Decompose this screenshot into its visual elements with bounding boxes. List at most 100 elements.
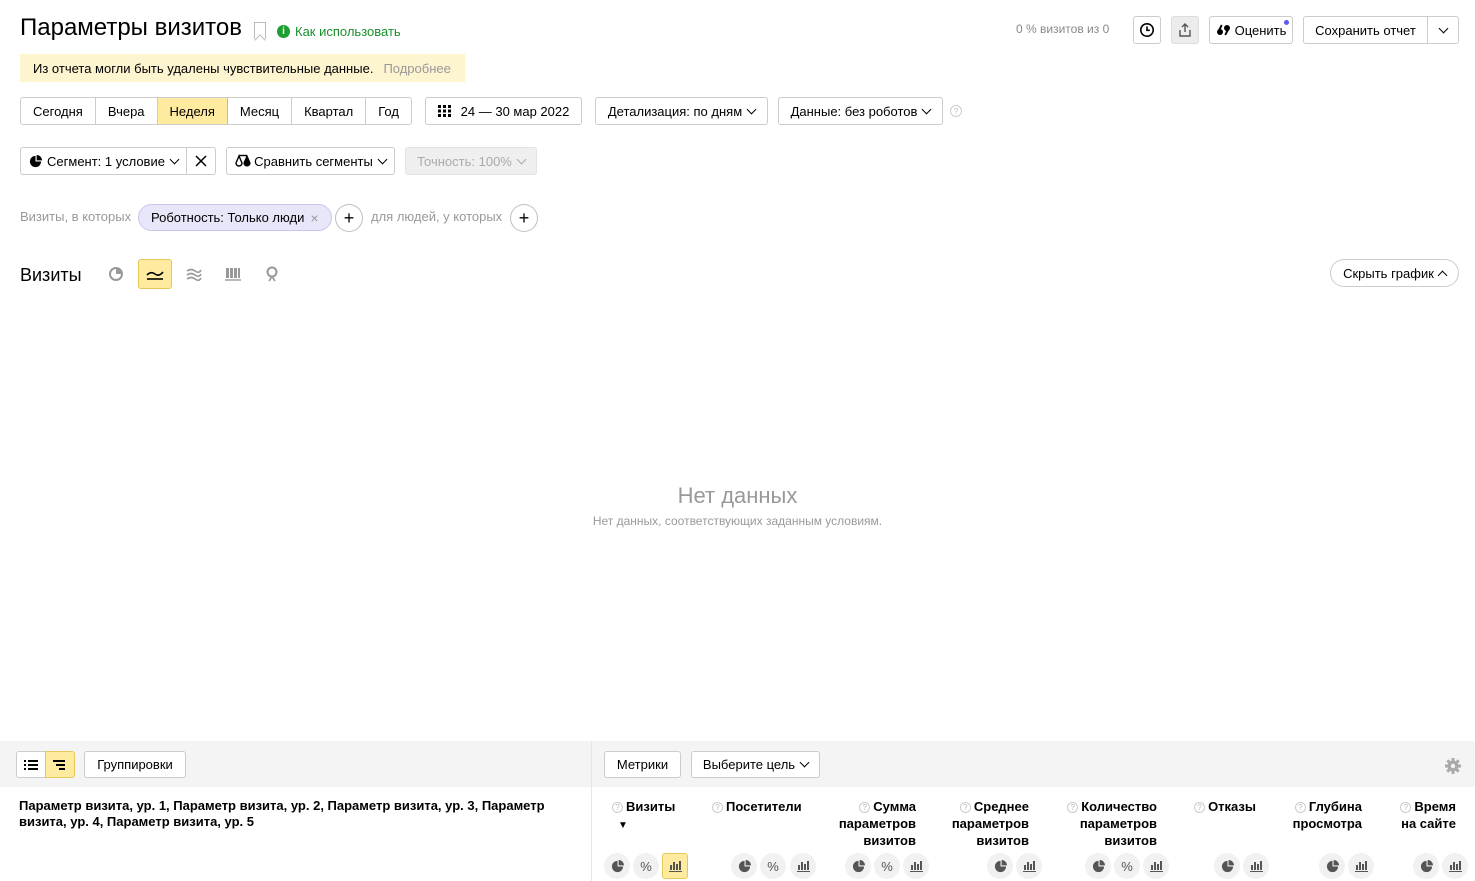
column-params-count[interactable]: ? Количество параметров визитов [1060, 798, 1157, 849]
column-view-toggle[interactable]: % [760, 853, 786, 879]
column-view-toggle[interactable] [1348, 853, 1374, 879]
column-view-toggle[interactable] [845, 853, 871, 879]
column-visitors[interactable]: ? Посетители [712, 798, 807, 815]
column-view-toggle[interactable] [1243, 853, 1269, 879]
filter-chip-label: Роботность: Только люди [151, 210, 305, 225]
help-icon[interactable]: ? [1067, 802, 1079, 813]
chevron-down-icon [169, 154, 180, 164]
detail-dropdown[interactable]: Детализация: по дням [595, 97, 768, 125]
help-icon[interactable]: ? [950, 105, 962, 117]
view-tree-button[interactable] [45, 751, 75, 778]
help-icon[interactable]: ? [612, 802, 623, 813]
groupings-button[interactable]: Группировки [84, 751, 186, 778]
help-icon[interactable]: ? [1194, 802, 1206, 813]
chevron-down-icon [921, 104, 932, 114]
goal-dropdown[interactable]: Выберите цель [691, 751, 820, 778]
compare-segments-dropdown[interactable]: Сравнить сегменты [226, 147, 395, 175]
rate-button[interactable]: Оценить [1209, 16, 1293, 44]
how-to-use-link[interactable]: i Как использовать [277, 24, 401, 39]
chart-type-line[interactable] [138, 259, 172, 289]
column-view-toggle[interactable] [1442, 853, 1468, 879]
percent-icon: % [767, 858, 779, 874]
save-report-button[interactable]: Сохранить отчет [1303, 16, 1428, 44]
column-label-line3: визитов [863, 833, 916, 848]
chip-remove-icon[interactable]: × [310, 210, 318, 226]
pie-chart-icon [1092, 859, 1105, 872]
chart-type-bar[interactable] [216, 259, 250, 289]
view-list-button[interactable] [16, 751, 46, 778]
quote-icon [1216, 24, 1230, 36]
segment-dropdown[interactable]: Сегмент: 1 условие [20, 147, 187, 175]
period-week[interactable]: Неделя [157, 98, 228, 124]
data-filter-dropdown[interactable]: Данные: без роботов [778, 97, 943, 125]
dimensions-header: Параметр визита, ур. 1, Параметр визита,… [19, 798, 545, 829]
filter-chip-robotness[interactable]: Роботность: Только люди × [138, 204, 332, 231]
period-quarter[interactable]: Квартал [292, 98, 367, 124]
column-view-toggle[interactable] [604, 853, 630, 879]
bookmark-icon[interactable] [254, 22, 266, 39]
column-params-sum[interactable]: ? Сумма параметров визитов [830, 798, 916, 849]
column-view-toggle[interactable] [987, 853, 1013, 879]
chevron-down-icon [516, 154, 527, 164]
column-view-toggle[interactable] [1143, 853, 1169, 879]
column-label: Сумма [873, 799, 916, 814]
column-view-toggle[interactable] [662, 853, 688, 879]
period-today[interactable]: Сегодня [21, 98, 96, 124]
chart-type-map[interactable] [255, 259, 289, 289]
help-icon[interactable]: ? [959, 802, 971, 813]
period-year[interactable]: Год [366, 98, 411, 124]
column-view-toggle[interactable] [903, 853, 929, 879]
add-people-condition-button[interactable]: + [510, 204, 538, 232]
rate-label: Оценить [1234, 22, 1287, 38]
help-icon[interactable]: ? [1294, 802, 1306, 813]
table-divider [591, 741, 592, 881]
chart-type-pie[interactable] [99, 259, 133, 289]
segment-clear-button[interactable] [186, 147, 216, 175]
column-bounces[interactable]: ? Отказы [1190, 798, 1256, 815]
list-icon [24, 759, 38, 770]
export-button[interactable] [1171, 16, 1199, 44]
help-icon[interactable]: ? [859, 802, 871, 813]
settings-gear-icon[interactable] [1444, 757, 1462, 778]
column-params-avg[interactable]: ? Среднее параметров визитов [940, 798, 1029, 849]
metrics-button[interactable]: Метрики [604, 751, 681, 778]
hide-chart-button[interactable]: Скрыть график [1330, 259, 1459, 287]
percent-icon: % [640, 858, 652, 874]
column-view-toggle[interactable] [790, 853, 816, 879]
bar-chart-icon [225, 268, 241, 281]
column-page-depth[interactable]: ? Глубина просмотра [1285, 798, 1362, 832]
date-range-button[interactable]: 24 — 30 мар 2022 [425, 97, 582, 125]
column-label: Среднее [973, 799, 1029, 814]
bar-chart-icon [1149, 861, 1163, 872]
history-button[interactable] [1133, 16, 1161, 44]
column-view-toggle[interactable]: % [633, 853, 659, 879]
period-yesterday[interactable]: Вчера [96, 98, 158, 124]
column-view-toggle[interactable] [1016, 853, 1042, 879]
column-visits[interactable]: ? Визиты ▼ [612, 798, 692, 834]
column-label: Отказы [1208, 799, 1256, 814]
column-view-toggle[interactable] [1413, 853, 1439, 879]
column-time-on-site[interactable]: ? Время на сайте [1395, 798, 1456, 832]
period-month[interactable]: Месяц [228, 98, 293, 124]
pie-chart-icon [994, 859, 1007, 872]
column-label-line3: визитов [976, 833, 1029, 848]
save-report-dropdown[interactable] [1427, 16, 1459, 44]
column-view-toggle[interactable] [1085, 853, 1111, 879]
column-label-line3: визитов [1104, 833, 1157, 848]
column-view-toggle[interactable]: % [1114, 853, 1140, 879]
column-label-line2: параметров [838, 816, 916, 831]
column-view-toggle[interactable] [731, 853, 757, 879]
column-view-toggle[interactable] [1319, 853, 1345, 879]
help-icon[interactable]: ? [712, 802, 723, 813]
add-visit-condition-button[interactable]: + [335, 204, 363, 232]
percent-icon: % [881, 858, 893, 874]
help-icon[interactable]: ? [1400, 802, 1412, 813]
calendar-icon [437, 105, 451, 117]
chevron-down-icon [799, 757, 810, 768]
warning-more-link[interactable]: Подробнее [383, 61, 450, 76]
column-view-toggle[interactable] [1214, 853, 1240, 879]
column-view-toggle[interactable]: % [874, 853, 900, 879]
close-icon [195, 155, 207, 167]
accuracy-dropdown[interactable]: Точность: 100% [405, 147, 537, 175]
chart-type-area[interactable] [177, 259, 211, 289]
